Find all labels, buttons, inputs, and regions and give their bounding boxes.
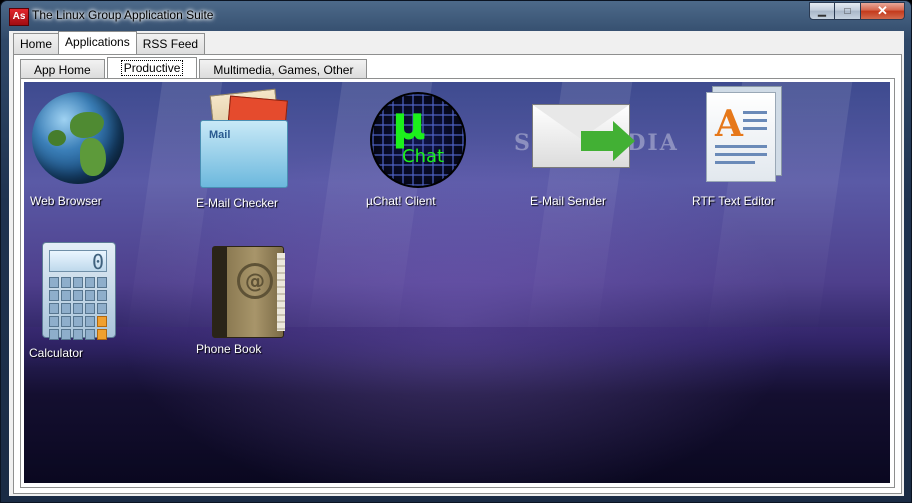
document-line	[715, 161, 755, 164]
tab-home[interactable]: Home	[13, 33, 60, 55]
calculator-key	[61, 303, 71, 314]
app-launcher-panel: SOFTPEDIA Web Browser	[24, 82, 890, 483]
globe-land	[80, 138, 106, 176]
calculator-key	[49, 303, 59, 314]
address-book-pages	[277, 253, 285, 331]
document-line	[715, 145, 767, 148]
calculator-key	[97, 303, 107, 314]
calculator-keypad	[49, 277, 107, 340]
calculator-key	[85, 277, 95, 288]
client-area: Home Applications RSS Feed App Home Prod…	[9, 31, 904, 496]
tab-multimedia-games-other[interactable]: Multimedia, Games, Other	[199, 59, 368, 78]
title-bar[interactable]: As The Linux Group Application Suite ▁ □…	[1, 1, 911, 29]
globe-land	[48, 130, 66, 146]
chat-icon-text: Chat	[402, 146, 445, 167]
tab-productive[interactable]: Productive	[106, 57, 198, 78]
caption-buttons: ▁ □ ✕	[809, 2, 905, 21]
calculator-key	[61, 316, 71, 327]
mailbox-tray: Mail	[200, 120, 288, 188]
productive-tab-page: SOFTPEDIA Web Browser	[20, 78, 895, 488]
chat-icon: µ Chat	[370, 92, 466, 188]
app-uchat-client[interactable]: µ Chat µChat! Client	[364, 90, 484, 210]
horizon-glow	[24, 327, 890, 367]
app-label: Web Browser	[30, 194, 102, 208]
document-line	[715, 153, 767, 156]
app-logo-icon[interactable]: As	[9, 8, 29, 26]
close-button[interactable]: ✕	[861, 2, 905, 20]
chat-icon-mu: µ	[392, 96, 426, 150]
app-label: E-Mail Checker	[196, 196, 279, 210]
calculator-screen: 0	[49, 250, 107, 273]
document-icon: A	[706, 92, 776, 182]
calculator-key	[97, 277, 107, 288]
app-window: As The Linux Group Application Suite ▁ □…	[0, 0, 912, 503]
calculator-key	[97, 329, 107, 340]
arrow-head	[613, 121, 635, 161]
calculator-key	[73, 329, 83, 340]
mailbox-icon: Mail	[198, 88, 288, 188]
document-line	[743, 111, 767, 114]
applications-tab-page: App Home Productive Multimedia, Games, O…	[13, 54, 902, 494]
calculator-key	[61, 290, 71, 301]
globe-icon	[32, 92, 124, 184]
envelope-arrow-icon	[532, 104, 635, 168]
tab-productive-label: Productive	[120, 60, 184, 76]
calculator-key	[61, 277, 71, 288]
app-label: µChat! Client	[366, 194, 436, 208]
app-web-browser[interactable]: Web Browser	[30, 90, 150, 210]
tab-rss-feed[interactable]: RSS Feed	[135, 33, 206, 55]
calculator-key	[85, 329, 95, 340]
app-label: E-Mail Sender	[530, 194, 607, 208]
tab-applications[interactable]: Applications	[58, 31, 137, 55]
app-label: RTF Text Editor	[692, 194, 775, 208]
app-label: Phone Book	[196, 342, 262, 356]
app-email-checker[interactable]: Mail E-Mail Checker	[196, 88, 316, 212]
document-line	[743, 119, 767, 122]
sub-tab-strip: App Home Productive Multimedia, Games, O…	[20, 57, 369, 78]
calculator-key	[49, 277, 59, 288]
calculator-key	[97, 290, 107, 301]
mailbox-label: Mail	[209, 129, 231, 141]
document-line	[743, 127, 767, 130]
calculator-key	[49, 329, 59, 340]
arrow-shaft	[581, 131, 615, 151]
tab-app-home[interactable]: App Home	[20, 59, 105, 78]
calculator-key	[49, 316, 59, 327]
app-rtf-text-editor[interactable]: A RTF Text Editor	[692, 86, 812, 210]
minimize-button[interactable]: ▁	[809, 2, 835, 20]
app-phone-book[interactable]: @ Phone Book	[196, 242, 316, 362]
calculator-key	[49, 290, 59, 301]
app-calculator[interactable]: 0 Calculator	[28, 242, 148, 362]
address-book-at-symbol: @	[237, 263, 273, 299]
calculator-icon: 0	[42, 242, 116, 340]
address-book-icon: @	[212, 246, 285, 338]
calculator-key	[85, 290, 95, 301]
window-title: The Linux Group Application Suite	[32, 8, 214, 22]
calculator-key	[73, 277, 83, 288]
maximize-button[interactable]: □	[835, 2, 861, 20]
calculator-key	[97, 316, 107, 327]
calculator-key	[85, 303, 95, 314]
document-icon-letter: A	[715, 103, 743, 145]
calculator-key	[73, 290, 83, 301]
app-email-sender[interactable]: E-Mail Sender	[530, 90, 650, 210]
globe-land	[70, 112, 104, 138]
calculator-key	[85, 316, 95, 327]
calculator-key	[73, 316, 83, 327]
calculator-key	[61, 329, 71, 340]
calculator-key	[73, 303, 83, 314]
main-tab-strip: Home Applications RSS Feed	[13, 31, 206, 55]
app-label: Calculator	[29, 346, 84, 360]
